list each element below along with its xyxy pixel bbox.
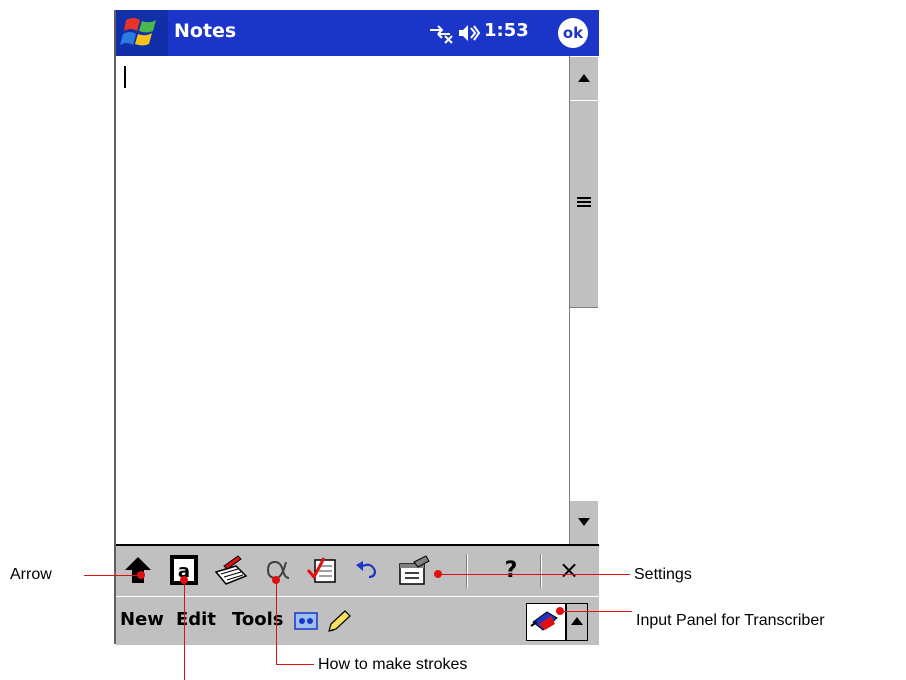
shift-arrow-button[interactable] bbox=[120, 546, 156, 594]
callout-dot bbox=[180, 576, 188, 584]
arrow-up-icon bbox=[571, 617, 583, 625]
callout-dot bbox=[556, 607, 564, 615]
scroll-down-button[interactable] bbox=[570, 500, 598, 546]
proofing-button[interactable] bbox=[304, 546, 340, 594]
menu-new[interactable]: New bbox=[120, 609, 164, 630]
callout-line bbox=[184, 580, 185, 680]
keyboard-button[interactable] bbox=[212, 546, 250, 594]
grip-icon bbox=[577, 197, 591, 207]
callout-strokes: How to make strokes bbox=[318, 656, 468, 673]
toolbar-separator bbox=[466, 554, 468, 588]
connectivity-icon[interactable] bbox=[428, 22, 454, 44]
help-button[interactable]: ? bbox=[494, 546, 528, 594]
settings-icon bbox=[399, 555, 430, 585]
callout-arrow: Arrow bbox=[10, 566, 52, 583]
callout-dot bbox=[137, 571, 145, 579]
windows-flag-icon bbox=[120, 18, 156, 46]
vertical-scrollbar[interactable] bbox=[569, 56, 598, 546]
app-title: Notes bbox=[174, 20, 237, 42]
callout-line bbox=[438, 574, 630, 575]
callout-dot bbox=[272, 576, 280, 584]
keyboard-pen-icon bbox=[214, 555, 248, 585]
arrow-down-icon bbox=[578, 518, 590, 526]
help-icon: ? bbox=[504, 557, 518, 583]
input-method-menu-button[interactable] bbox=[566, 603, 588, 641]
arrow-up-icon bbox=[578, 74, 590, 82]
text-caret bbox=[124, 66, 126, 88]
scroll-thumb[interactable] bbox=[570, 100, 598, 308]
callout-line bbox=[276, 664, 314, 665]
pocket-pc-screen: Notes 1:53 ok a ? × New Edit Tools bbox=[114, 10, 599, 645]
arrow-up-icon bbox=[125, 557, 151, 583]
close-icon: × bbox=[558, 556, 580, 584]
callout-line bbox=[276, 580, 277, 664]
checklist-icon bbox=[306, 557, 336, 583]
transcriber-toolbar: a ? × bbox=[116, 544, 599, 596]
callout-settings: Settings bbox=[634, 566, 692, 583]
scroll-up-button[interactable] bbox=[570, 56, 598, 102]
undo-icon bbox=[356, 561, 377, 579]
start-button[interactable] bbox=[116, 10, 168, 56]
callout-line bbox=[84, 575, 140, 576]
close-transcriber-button[interactable]: × bbox=[552, 546, 586, 594]
callout-dot bbox=[434, 570, 442, 578]
note-text-area[interactable] bbox=[116, 56, 569, 544]
menu-bar: New Edit Tools bbox=[116, 596, 599, 645]
toolbar-separator bbox=[540, 554, 542, 588]
clock[interactable]: 1:53 bbox=[484, 20, 529, 41]
strokes-help-button[interactable] bbox=[260, 546, 294, 594]
undo-button[interactable] bbox=[350, 546, 384, 594]
menu-edit[interactable]: Edit bbox=[176, 609, 216, 630]
settings-button[interactable] bbox=[394, 546, 434, 594]
pen-icon[interactable] bbox=[326, 609, 352, 633]
callout-line bbox=[560, 611, 632, 612]
ok-button[interactable]: ok bbox=[558, 18, 588, 48]
recording-icon[interactable] bbox=[294, 611, 318, 631]
speaker-icon[interactable] bbox=[457, 22, 481, 44]
callout-input-panel: Input Panel for Transcriber bbox=[636, 612, 825, 629]
title-bar: Notes 1:53 ok bbox=[116, 10, 599, 56]
